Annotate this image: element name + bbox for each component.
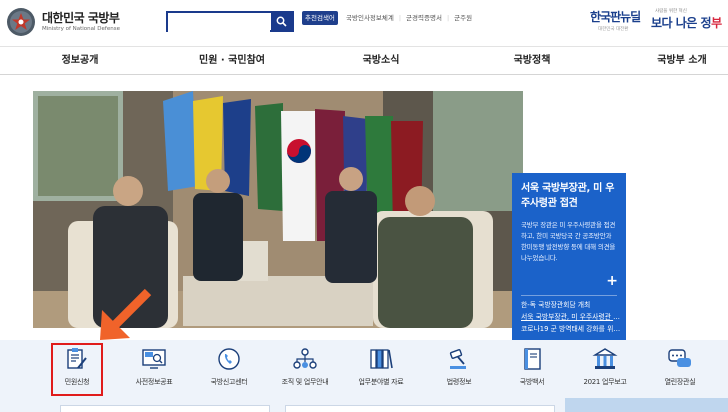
- service-label: 국방백서: [519, 378, 545, 386]
- service-open-minister[interactable]: 열린장관실: [645, 347, 715, 387]
- nav-defense-news[interactable]: 국방소식: [363, 47, 400, 75]
- service-prior-disclosure[interactable]: 사전정보공표: [119, 347, 189, 387]
- separator: |: [446, 14, 450, 22]
- service-work-report[interactable]: 2021 업무보고: [570, 347, 640, 387]
- service-label: 업무분야별 자료: [358, 378, 404, 386]
- nav-info-disclosure[interactable]: 정보공개: [62, 47, 99, 75]
- service-work-materials[interactable]: 업무분야별 자료: [346, 347, 416, 387]
- link-personnel-system[interactable]: 국방인사정보체계: [346, 11, 394, 25]
- new-deal-text: 한국판뉴딜: [590, 10, 641, 24]
- news-list-item-active[interactable]: 서욱 국방부장관, 미 우주사령관 접견: [521, 311, 621, 323]
- new-deal-subtext: 대한민국 대전환: [598, 27, 629, 32]
- ministry-emblem-icon: [7, 8, 35, 36]
- service-label: 2021 업무보고: [583, 378, 627, 386]
- news-list-item[interactable]: 코로나19 군 방역태세 강화를 위한 긴급 주요지...: [521, 323, 621, 335]
- headline-description: 국방부 장관은 미 우주사령관을 접견하고, 한미 국방당국 간 공조방안과 한…: [521, 221, 616, 262]
- nav-about-ministry[interactable]: 국방부 소개: [657, 47, 706, 75]
- link-career-certificate[interactable]: 군경력증명서: [406, 11, 442, 25]
- news-list-item[interactable]: 한-독 국방장관회담 개최: [521, 299, 621, 311]
- pointer-arrow-icon: [100, 288, 152, 340]
- service-white-paper[interactable]: 국방백서: [497, 347, 567, 387]
- building-icon: [592, 348, 618, 369]
- search-input[interactable]: [168, 17, 270, 35]
- service-report-center[interactable]: 국방신고센터: [194, 347, 264, 387]
- search-box: [166, 11, 294, 35]
- service-label: 열린장관실: [664, 378, 696, 386]
- logo-english: Ministry of National Defense: [42, 25, 120, 32]
- content-card-peek: [60, 405, 270, 412]
- monitor-search-icon: [142, 349, 166, 369]
- utility-links: 국방인사정보체계 | 군경력증명서 | 군주원: [346, 11, 472, 25]
- highlight-box: [51, 343, 103, 396]
- main-navigation: 정보공개 민원 · 국민참여 국방소식 국방정책 국방부 소개: [0, 46, 728, 75]
- logo-korean: 대한민국 국방부: [42, 10, 120, 25]
- more-news-plus-icon[interactable]: +: [606, 273, 618, 289]
- better-government-logo[interactable]: 사람을 위한 혁신 보다 나은 정부: [651, 8, 722, 38]
- news-divider: [521, 295, 617, 296]
- service-label: 조직 및 업무안내: [281, 378, 329, 386]
- service-law-info[interactable]: 법령정보: [424, 347, 494, 387]
- search-icon: [276, 16, 287, 27]
- recommended-keywords-button[interactable]: 추천검색어: [302, 11, 338, 25]
- service-label: 국방신고센터: [210, 378, 248, 386]
- better-gov-text: 보다 나은 정부: [651, 14, 722, 31]
- news-list: 한-독 국방장관회담 개최 서욱 국방부장관, 미 우주사령관 접견 코로나19…: [521, 299, 621, 335]
- service-organization-guide[interactable]: 조직 및 업무안내: [270, 347, 340, 387]
- nav-civil-participation[interactable]: 민원 · 국민참여: [199, 47, 265, 75]
- separator: |: [398, 14, 402, 22]
- link-military-service[interactable]: 군주원: [454, 11, 472, 25]
- service-label: 사전정보공표: [135, 378, 173, 386]
- site-header: 대한민국 국방부 Ministry of National Defense 추천…: [0, 0, 728, 46]
- banner-peek: [565, 398, 728, 412]
- korean-new-deal-logo[interactable]: 한국판뉴딜 대한민국 대전환: [590, 8, 641, 38]
- chat-bubbles-icon: [668, 349, 691, 367]
- headline-title[interactable]: 서욱 국방부장관, 미 우주사령관 접견: [521, 181, 617, 211]
- site-logo[interactable]: 대한민국 국방부 Ministry of National Defense: [6, 7, 120, 37]
- service-label: 법령정보: [446, 378, 472, 386]
- phone-call-icon: [218, 348, 240, 370]
- search-button[interactable]: [271, 13, 292, 30]
- book-icon: [524, 348, 541, 370]
- better-gov-text-main: 보다 나은 정: [651, 16, 712, 30]
- org-chart-icon: [293, 348, 317, 369]
- nav-defense-policy[interactable]: 국방정책: [514, 47, 551, 75]
- gavel-icon: [449, 349, 466, 369]
- binders-icon: [370, 349, 393, 369]
- content-card-peek: [285, 405, 555, 412]
- better-gov-text-accent: 부: [711, 16, 722, 30]
